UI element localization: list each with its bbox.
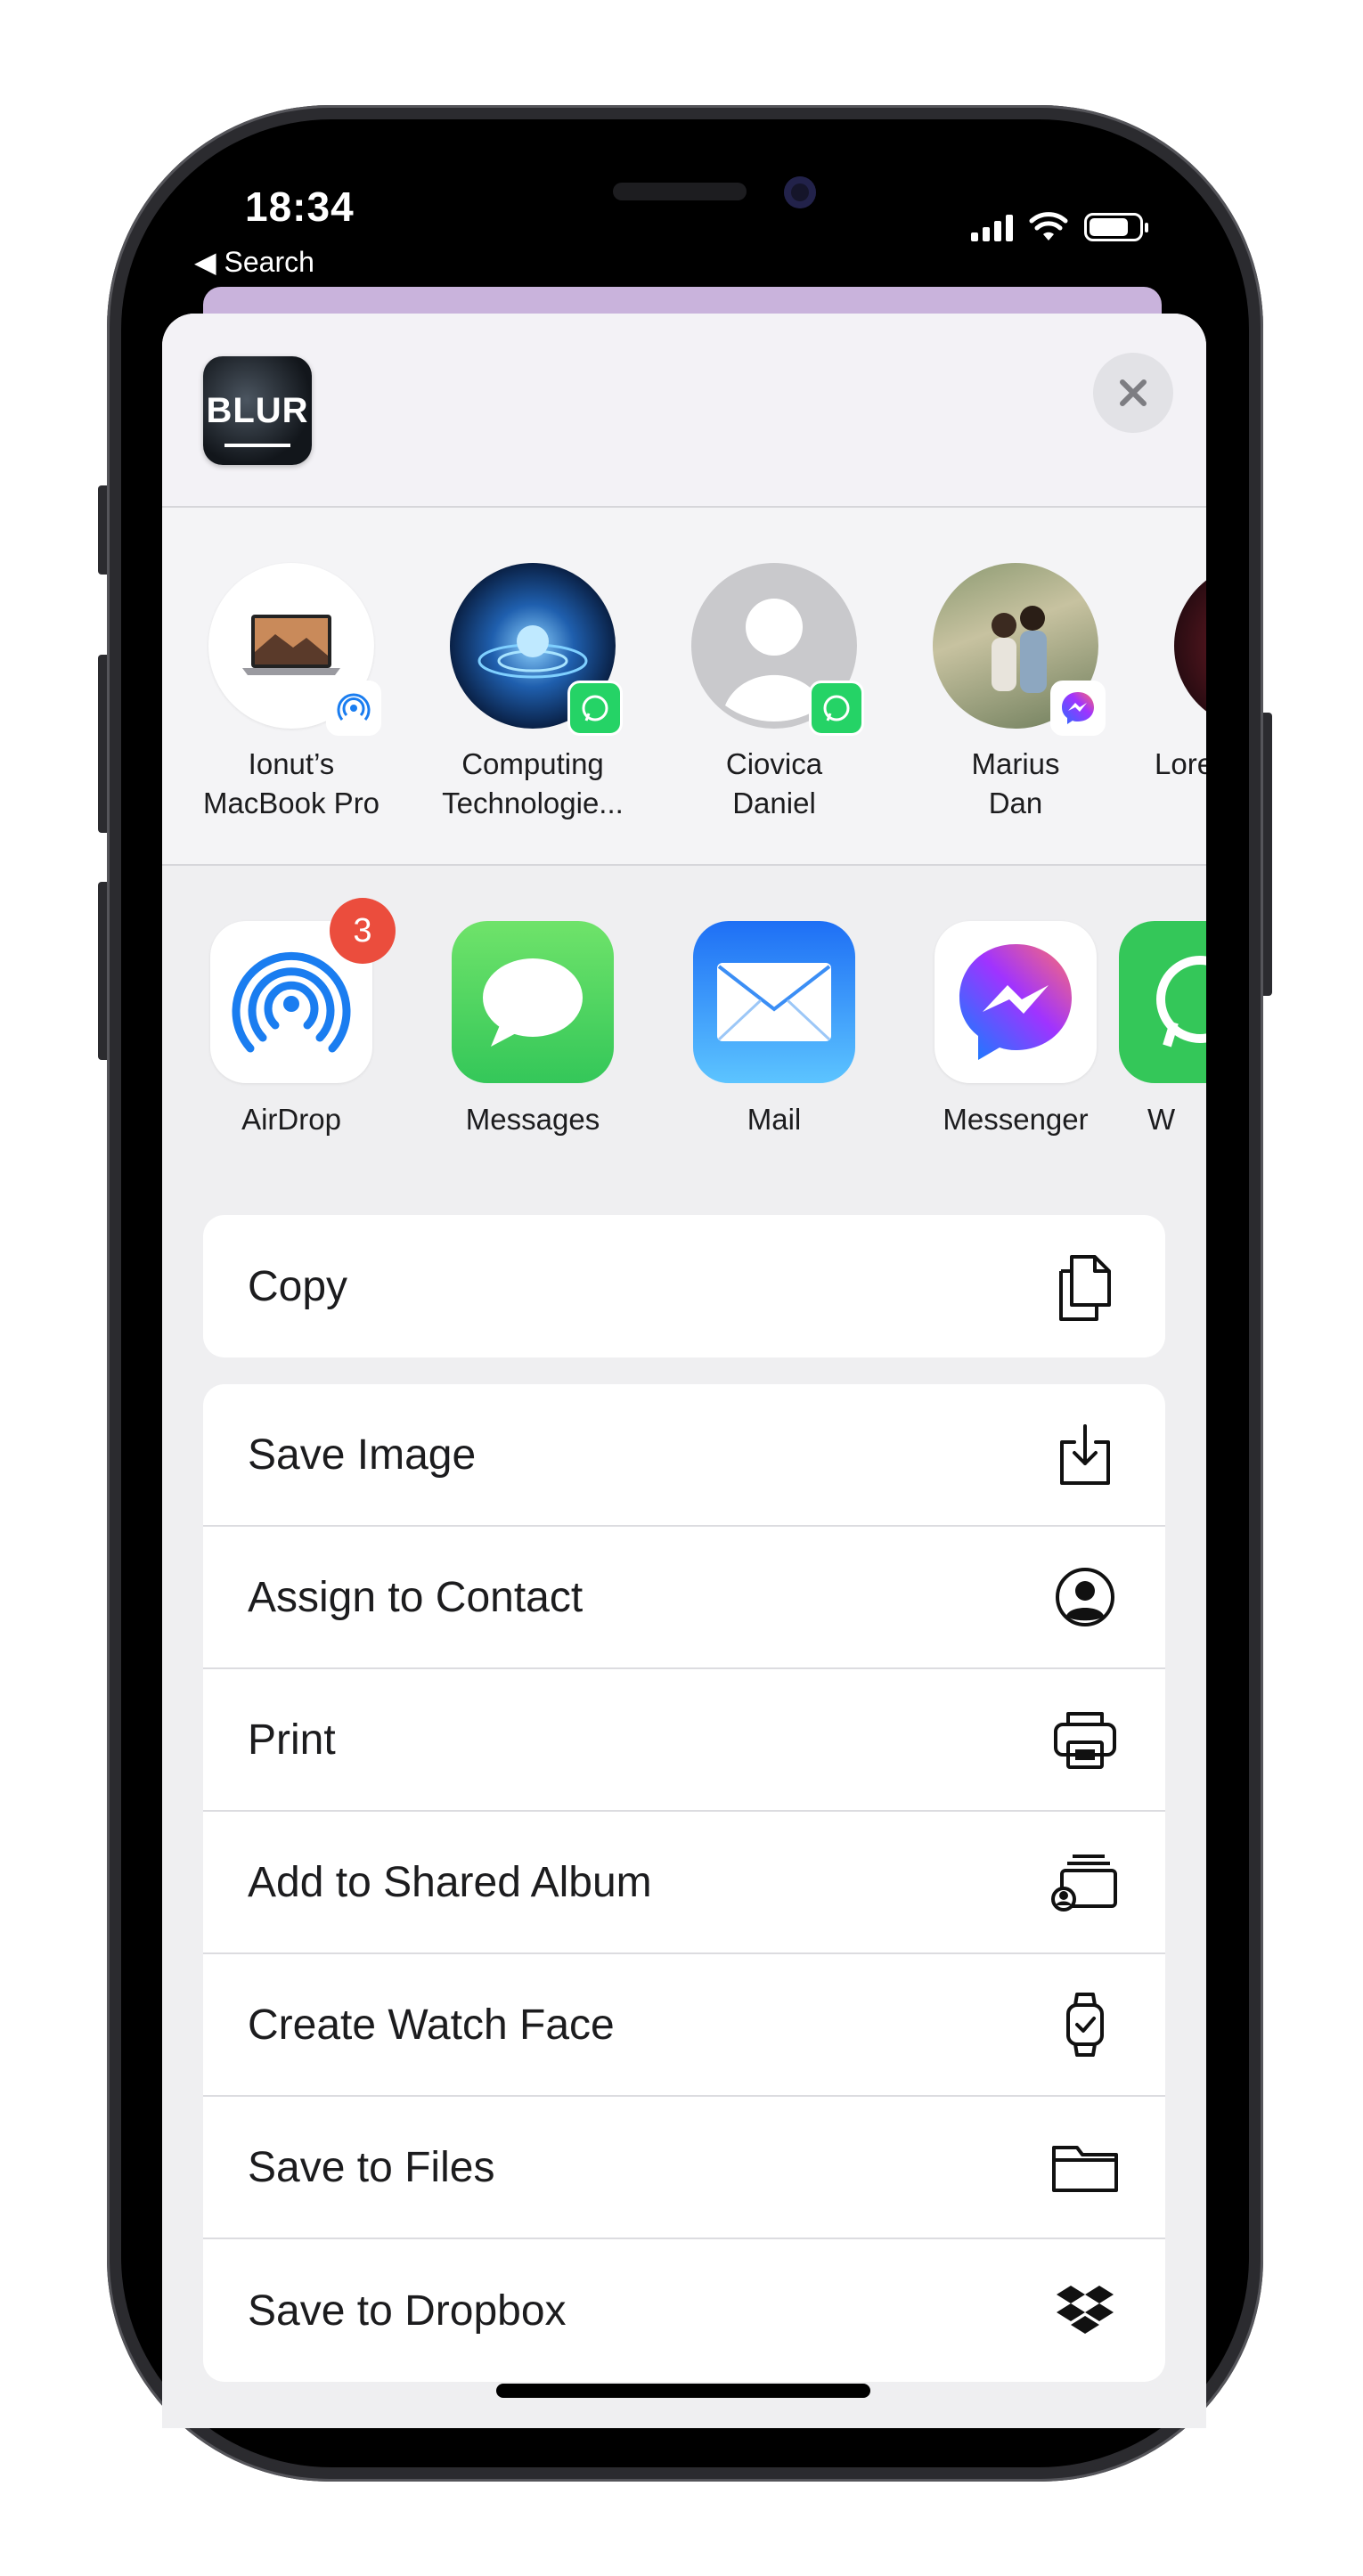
action-save-to-dropbox[interactable]: Save to Dropbox [203, 2239, 1165, 2382]
share-sheet: BLUR Ionut’s MacBook Pro Computing Techn… [162, 314, 1206, 2428]
action-label: Add to Shared Album [248, 1858, 652, 1906]
app-label: Messages [465, 1103, 600, 1136]
avatar [450, 563, 623, 736]
app-label: W [1147, 1103, 1176, 1136]
avatar [1174, 563, 1206, 729]
action-label: Create Watch Face [248, 2001, 615, 2049]
wifi-icon [1029, 212, 1068, 240]
messenger-badge-icon [1050, 681, 1106, 736]
action-add-to-shared-album[interactable]: Add to Shared Album [203, 1812, 1165, 1954]
whatsapp-icon [1119, 921, 1206, 1083]
messages-icon [452, 921, 614, 1083]
action-label: Save to Files [248, 2143, 495, 2191]
close-button[interactable] [1093, 353, 1173, 433]
person-name-line2: Dan [988, 787, 1043, 819]
mail-icon [693, 921, 855, 1083]
battery-icon [1084, 213, 1148, 241]
app-whatsapp[interactable]: W [1119, 921, 1206, 1137]
action-label: Save to Dropbox [248, 2287, 567, 2335]
person-name-line2: Daniel [732, 787, 816, 819]
person-item[interactable]: Ionut’s MacBook Pro [189, 563, 394, 823]
app-label: Mail [747, 1103, 802, 1136]
folder-icon [1049, 2132, 1121, 2203]
person-name-line1: Lore [1155, 747, 1206, 780]
cellular-signal-icon [971, 213, 1013, 241]
status-time: 18:34 [245, 183, 355, 230]
action-label: Save Image [248, 1431, 477, 1479]
avatar [691, 563, 864, 736]
person-item[interactable]: Ciovica Daniel [672, 563, 877, 823]
whatsapp-badge-icon [567, 681, 623, 736]
share-apps-row: 3 AirDrop Messages Mail Messenger W [162, 868, 1206, 1162]
person-name-line1: Ionut’s [248, 747, 335, 780]
person-item[interactable]: Computing Technologie... [430, 563, 635, 823]
earpiece-speaker [613, 183, 747, 200]
action-print[interactable]: Print [203, 1669, 1165, 1812]
person-name-line1: Computing [461, 747, 604, 780]
save-image-icon [1049, 1419, 1121, 1490]
close-icon [1120, 379, 1147, 406]
action-save-to-files[interactable]: Save to Files [203, 2097, 1165, 2239]
action-label: Print [248, 1716, 336, 1764]
contact-icon [1049, 1561, 1121, 1633]
messenger-icon [935, 921, 1097, 1083]
copy-label: Copy [248, 1262, 348, 1310]
avatar [208, 563, 381, 736]
person-name-line2: MacBook Pro [202, 787, 380, 819]
app-label: Messenger [943, 1103, 1089, 1136]
person-item[interactable]: Marius Dan [913, 563, 1118, 823]
shared-item-thumbnail: BLUR [203, 356, 312, 465]
avatar [933, 563, 1106, 736]
person-name-line2: Technologie... [442, 787, 624, 819]
status-icons [971, 212, 1148, 242]
airdrop-count-badge: 3 [330, 898, 396, 964]
person-name-line1: Ciovica [725, 747, 823, 780]
watch-icon [1049, 1989, 1121, 2060]
whatsapp-badge-icon [809, 681, 864, 736]
app-mail[interactable]: Mail [672, 921, 877, 1137]
actions-group: Save Image Assign to Contact Print Add t… [203, 1384, 1165, 2382]
app-messenger[interactable]: Messenger [913, 921, 1118, 1137]
app-airdrop[interactable]: 3 AirDrop [189, 898, 396, 1137]
action-assign-to-contact[interactable]: Assign to Contact [203, 1527, 1165, 1669]
back-to-search-link[interactable]: ◀ Search [194, 245, 314, 279]
action-create-watch-face[interactable]: Create Watch Face [203, 1954, 1165, 2097]
app-messages[interactable]: Messages [430, 921, 635, 1137]
airdrop-icon: 3 [210, 898, 396, 1083]
app-label: AirDrop [241, 1103, 341, 1136]
copy-action-group: Copy [203, 1215, 1165, 1357]
suggested-people-row: Ionut’s MacBook Pro Computing Technologi… [162, 508, 1206, 866]
action-label: Assign to Contact [248, 1573, 584, 1621]
shared-album-icon [1049, 1846, 1121, 1918]
front-camera [784, 176, 816, 208]
action-save-image[interactable]: Save Image [203, 1384, 1165, 1527]
copy-icon [1049, 1251, 1121, 1322]
airdrop-badge-icon [326, 681, 381, 736]
share-sheet-header: BLUR [162, 314, 1206, 508]
copy-action[interactable]: Copy [203, 1215, 1165, 1357]
thumbnail-text: BLUR [206, 390, 309, 430]
printer-icon [1049, 1704, 1121, 1775]
dropbox-icon [1049, 2275, 1121, 2346]
person-name-line1: Marius [971, 747, 1060, 780]
person-item[interactable]: Lore [1155, 563, 1206, 784]
home-indicator [496, 2384, 870, 2398]
